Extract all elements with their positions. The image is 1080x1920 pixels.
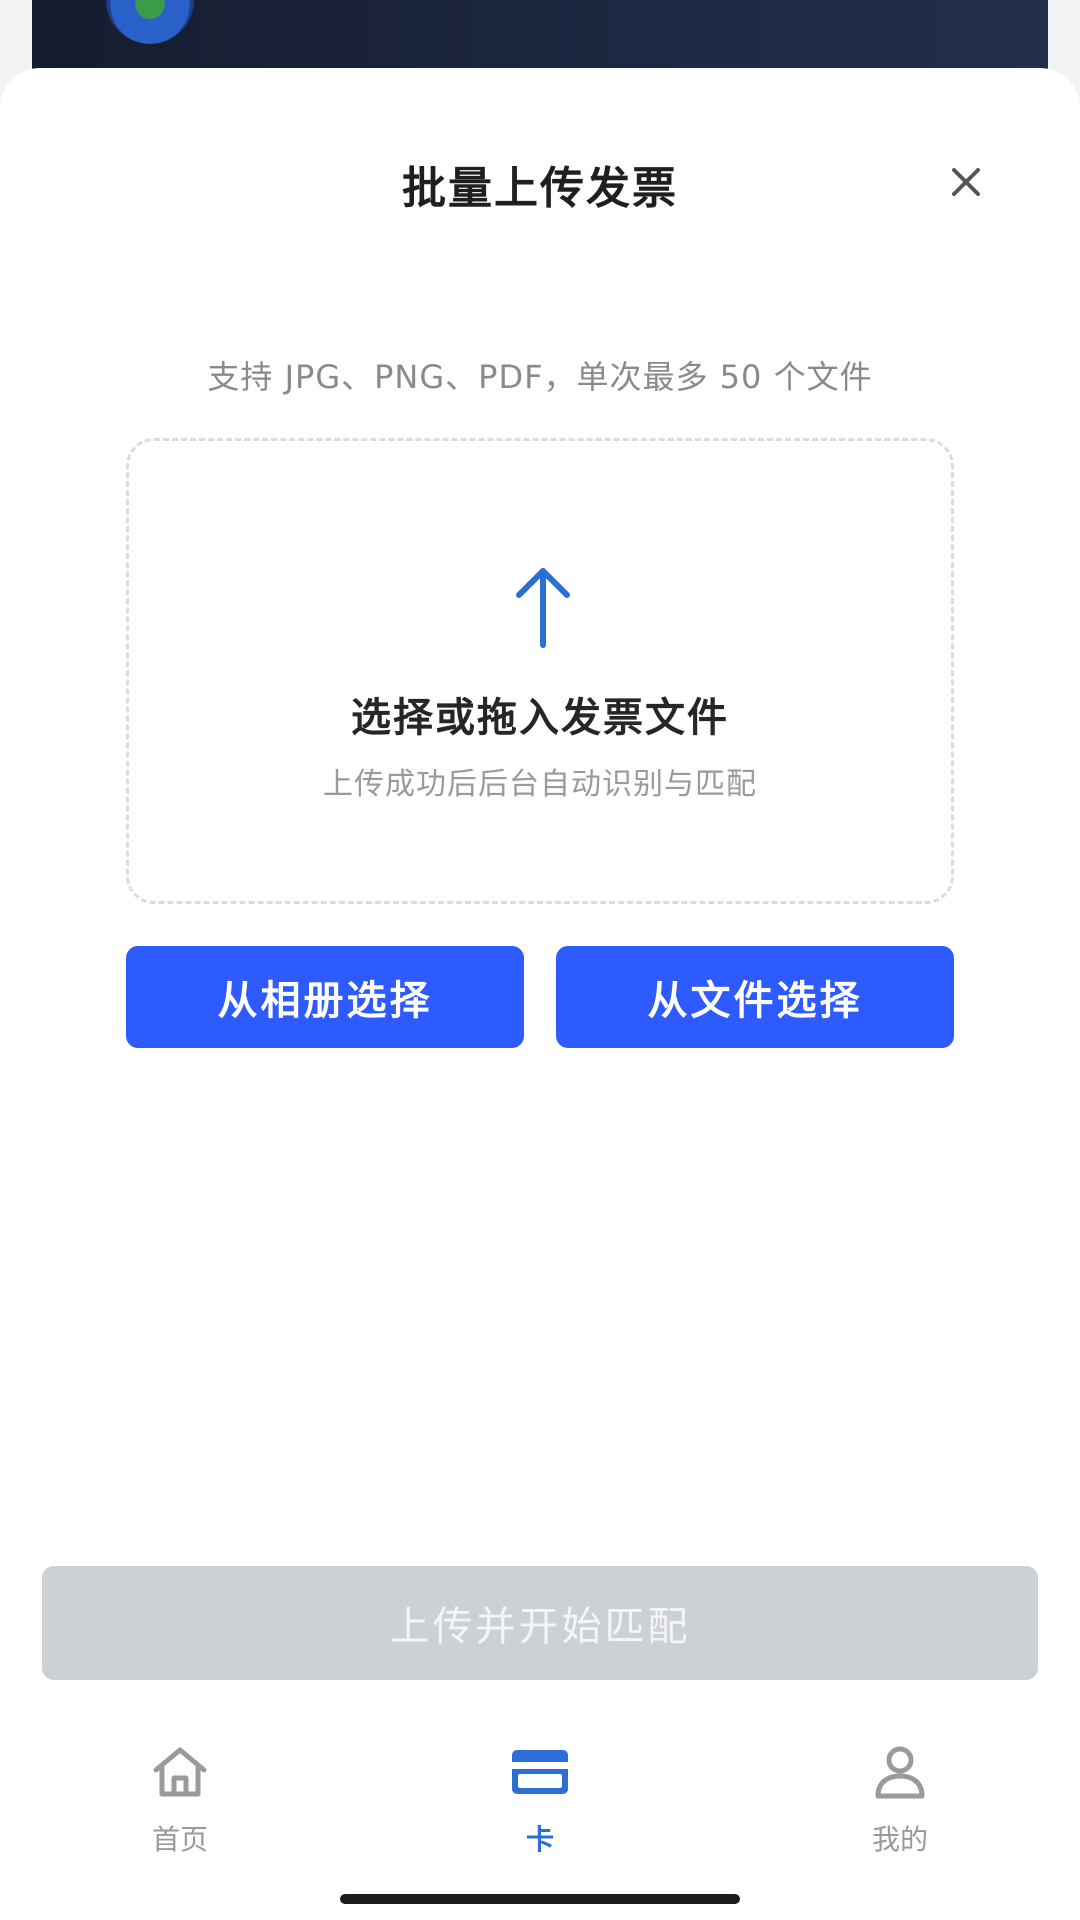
home-indicator: [340, 1894, 740, 1904]
choose-from-album-button[interactable]: 从相册选择: [126, 946, 524, 1048]
drop-zone[interactable]: 选择或拖入发票文件 上传成功后后台自动识别与匹配: [126, 438, 954, 904]
close-button[interactable]: [944, 160, 988, 204]
upload-and-match-button[interactable]: 上传并开始匹配: [42, 1566, 1038, 1680]
tab-home-label: 首页: [151, 1823, 208, 1856]
close-icon: [952, 168, 980, 196]
background-logo: [106, 0, 194, 44]
upload-sheet: 批量上传发票 支持 JPG、PNG、PDF，单次最多 50 个文件 选择或拖入发…: [0, 68, 1080, 1920]
user-icon: [875, 1746, 925, 1799]
drop-zone-subtitle: 上传成功后后台自动识别与匹配: [323, 767, 757, 802]
tab-card-label: 卡: [525, 1823, 554, 1856]
upload-arrow-icon: [516, 568, 570, 648]
tab-card[interactable]: 卡: [460, 1740, 620, 1858]
screen: 批量上传发票 支持 JPG、PNG、PDF，单次最多 50 个文件 选择或拖入发…: [0, 0, 1080, 1920]
choose-from-file-button[interactable]: 从文件选择: [556, 946, 954, 1048]
upload-hint: 支持 JPG、PNG、PDF，单次最多 50 个文件: [207, 358, 873, 396]
home-icon: [153, 1747, 207, 1797]
tab-me-label: 我的: [871, 1823, 928, 1856]
bottom-tab-bar: 首页 卡 我的: [0, 1710, 1080, 1920]
sheet-title: 批量上传发票: [402, 163, 678, 214]
drop-zone-title: 选择或拖入发票文件: [351, 695, 729, 741]
tab-me[interactable]: 我的: [820, 1740, 980, 1858]
card-icon: [512, 1750, 568, 1794]
tab-home[interactable]: 首页: [100, 1740, 260, 1858]
